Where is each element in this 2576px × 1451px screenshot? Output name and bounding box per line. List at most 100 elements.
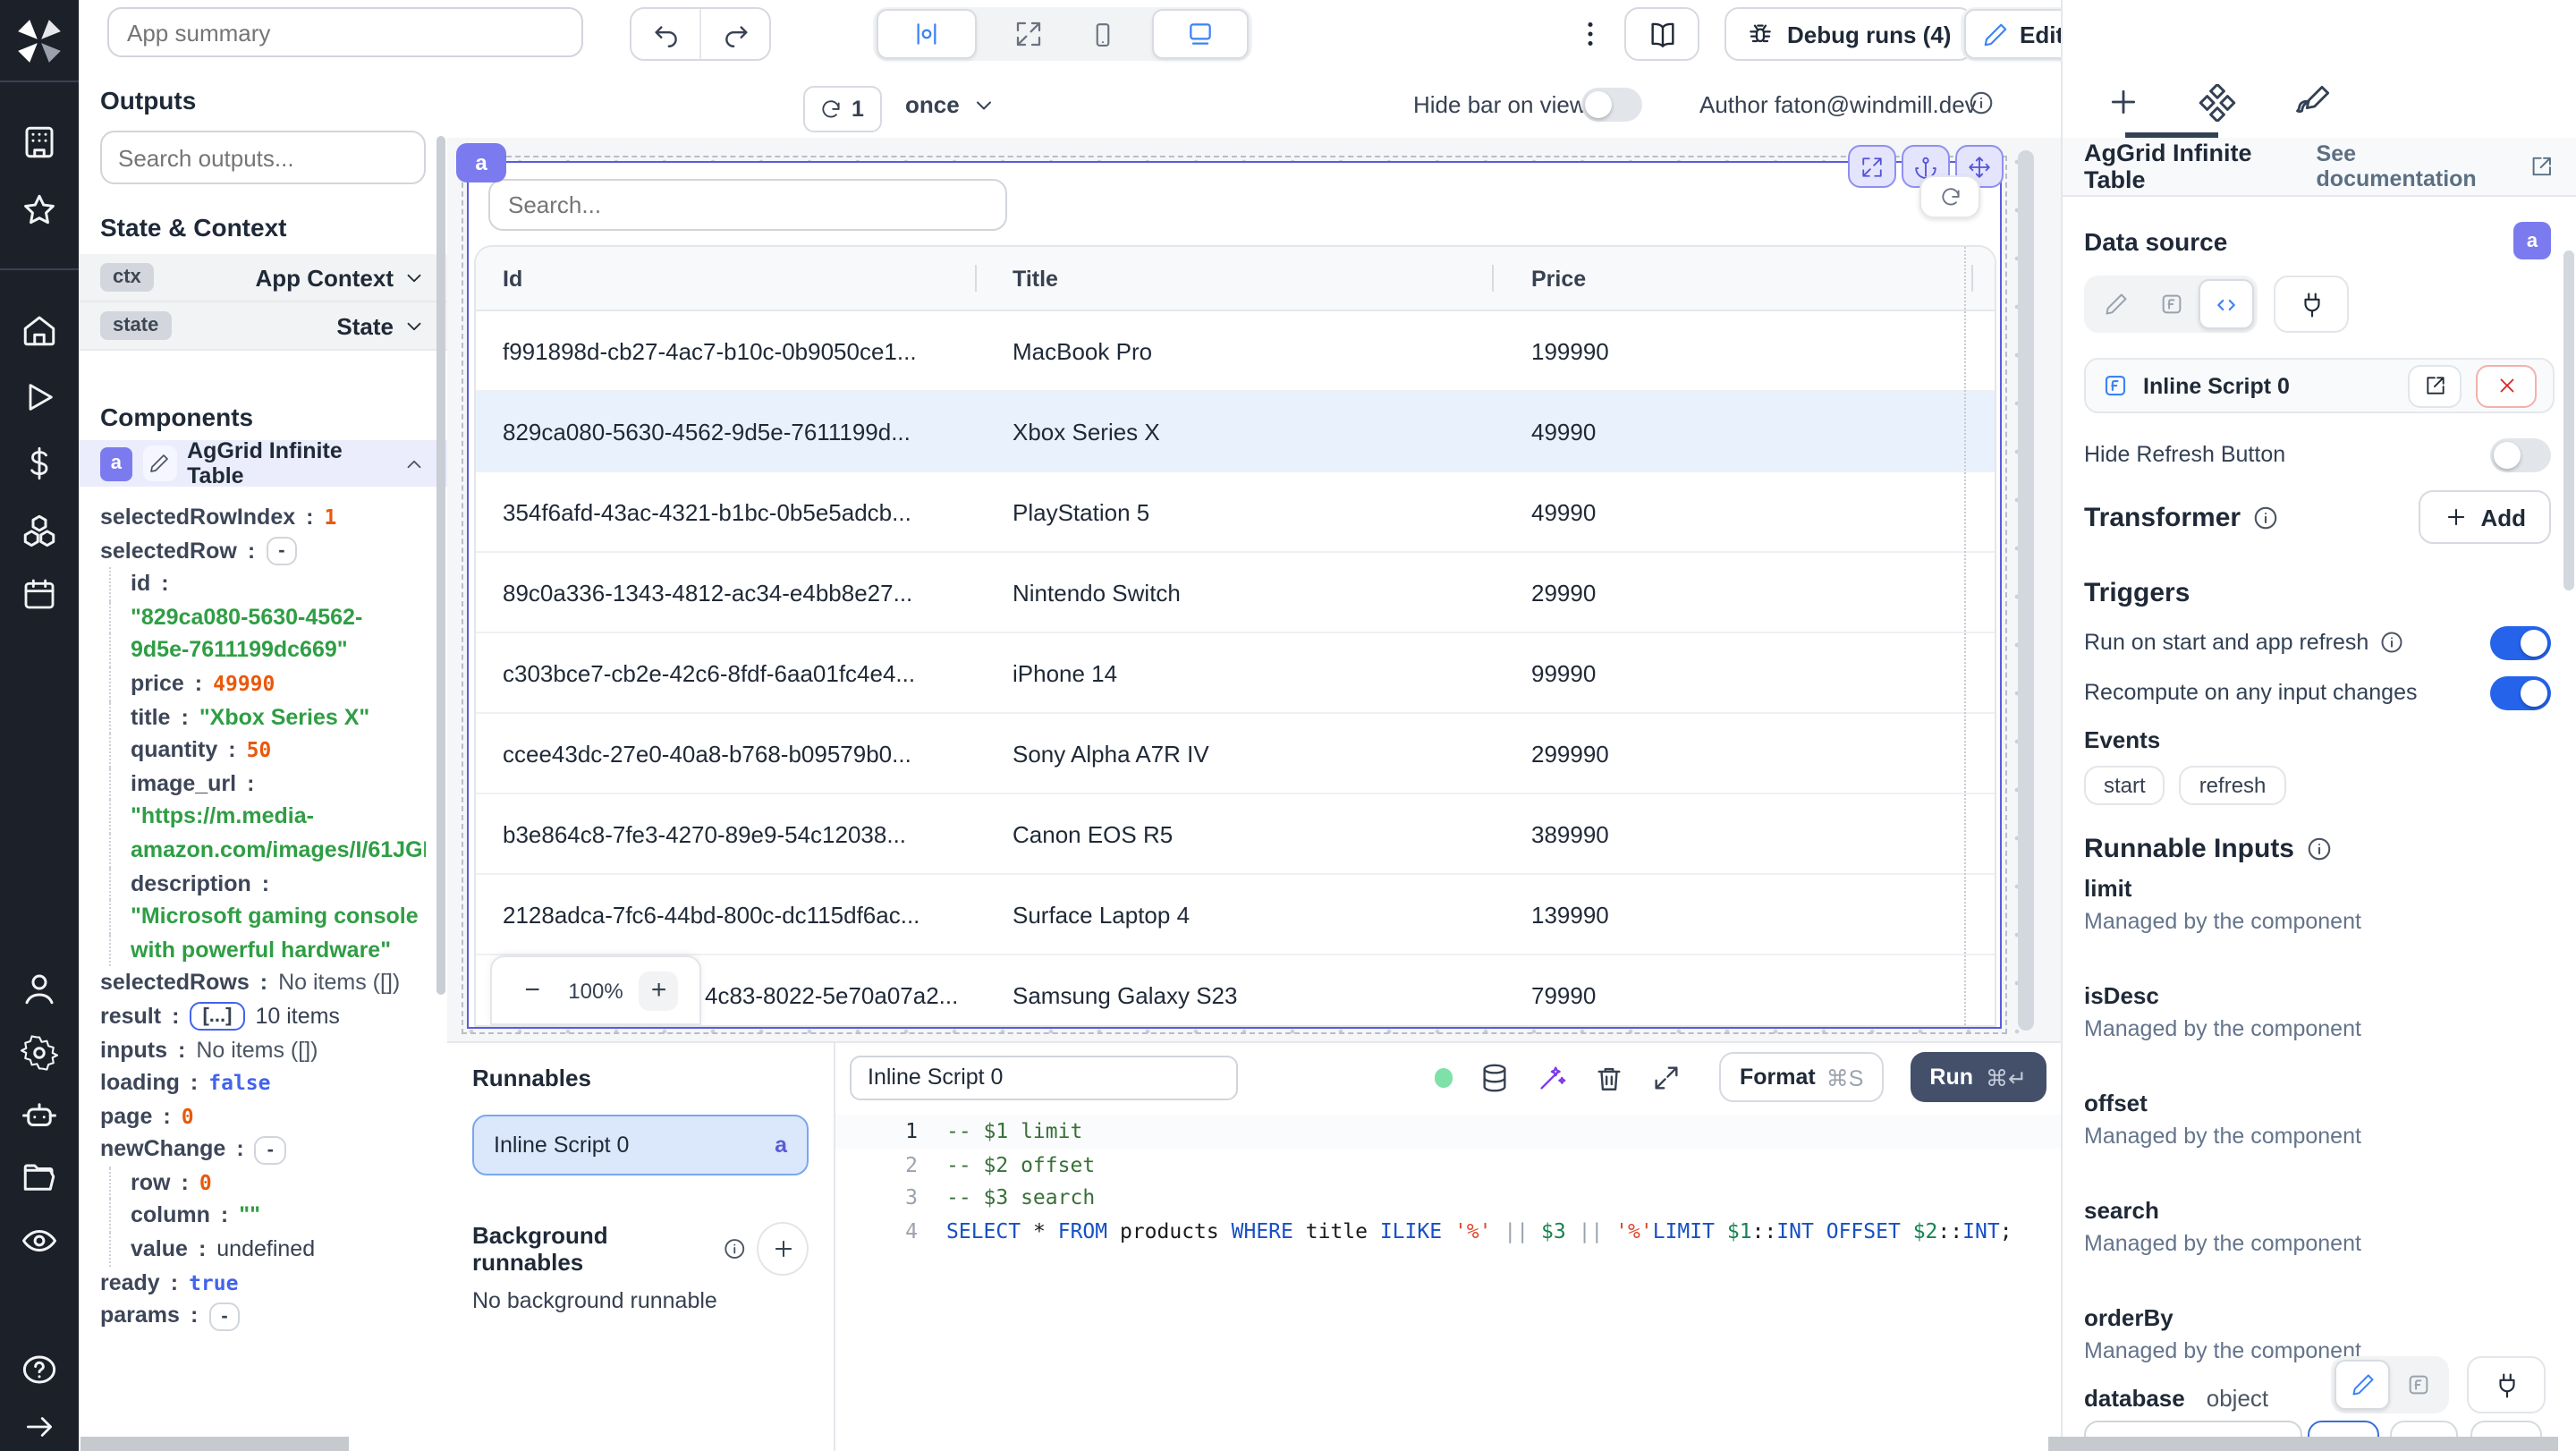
expand-editor-icon[interactable]: [1652, 1062, 1682, 1092]
format-button[interactable]: Format ⌘S: [1719, 1052, 1884, 1102]
component-list-item[interactable]: a AgGrid Infinite Table: [79, 438, 447, 488]
redo-button[interactable]: [699, 9, 769, 59]
hide-refresh-toggle[interactable]: [2490, 438, 2551, 472]
static-mode-icon[interactable]: [2334, 1360, 2390, 1410]
runs-icon[interactable]: [21, 379, 57, 415]
center-layout-button[interactable]: [877, 9, 977, 59]
tree-collapse-button[interactable]: -: [208, 1302, 241, 1331]
tree-collapse-button[interactable]: -: [266, 536, 298, 565]
workspace-icon[interactable]: [21, 123, 58, 161]
event-chip[interactable]: refresh: [2179, 766, 2286, 805]
component-refresh-button[interactable]: [1919, 175, 1980, 218]
tree-collapse-button[interactable]: -: [254, 1135, 286, 1165]
table-row[interactable]: 354f6afd-43ac-4321-b1bc-0b5e5adcb... Play…: [476, 472, 1995, 553]
info-icon[interactable]: [1968, 89, 1995, 116]
component-tag[interactable]: a: [456, 143, 506, 182]
outputs-title: Outputs: [100, 86, 197, 115]
info-icon: [2381, 632, 2402, 653]
user-icon[interactable]: [21, 970, 58, 1007]
inspector-hscrollbar[interactable]: [2048, 1437, 2558, 1451]
star-icon[interactable]: [21, 191, 58, 229]
component-settings-tab[interactable]: [2199, 84, 2236, 122]
open-script-button[interactable]: [2408, 364, 2462, 407]
add-transformer-button[interactable]: Add: [2418, 490, 2551, 544]
dollar-icon[interactable]: [21, 445, 57, 481]
styling-tab[interactable]: [2295, 84, 2331, 120]
ctx-badge: ctx: [100, 263, 154, 292]
collapse-sidebar-icon[interactable]: [22, 1410, 56, 1444]
connect-mode-button[interactable]: [2274, 276, 2349, 333]
app-canvas[interactable]: a Id Title Price f991898d-cb2: [447, 138, 2061, 1041]
table-row[interactable]: 2128adca-7fc6-44bd-800c-dc115df6ac... Sur…: [476, 875, 1995, 955]
undo-button[interactable]: [631, 9, 699, 59]
folder-icon[interactable]: [21, 1159, 58, 1197]
interval-select[interactable]: once: [905, 91, 997, 118]
cubes-icon[interactable]: [21, 512, 58, 549]
external-link-icon: [2533, 157, 2552, 176]
outputs-search-input[interactable]: [100, 131, 426, 184]
code-editor[interactable]: 1 -- $1 limit 2 -- $2 offset 3 -- $3 search 4 S…: [835, 1115, 2061, 1451]
docs-button[interactable]: [1624, 7, 1699, 61]
column-header-price[interactable]: Price: [1492, 266, 1995, 291]
hide-bar-toggle[interactable]: [1581, 88, 1642, 122]
zoom-in-button[interactable]: +: [639, 971, 679, 1010]
table-row[interactable]: b3e864c8-7fe3-4270-89e9-54c12038... Canon…: [476, 794, 1995, 875]
see-documentation-link[interactable]: See documentation: [2317, 141, 2555, 191]
event-chip[interactable]: start: [2084, 766, 2165, 805]
app-summary-input[interactable]: [107, 7, 583, 57]
refresh-count-button[interactable]: 1: [803, 86, 882, 132]
inspector-scrollbar[interactable]: [2563, 250, 2574, 590]
canvas-scrollbar[interactable]: [2018, 150, 2034, 1031]
more-menu-button[interactable]: [1574, 13, 1606, 55]
static-mode-icon[interactable]: [2088, 279, 2143, 329]
state-row[interactable]: state State: [79, 302, 447, 351]
help-icon[interactable]: [21, 1351, 58, 1388]
add-component-tab[interactable]: [2106, 84, 2141, 120]
data-source-script-row[interactable]: Inline Script 0: [2084, 358, 2555, 413]
table-row[interactable]: 4c83-8022-5e70a07a2... Samsung Galaxy S23…: [476, 955, 1995, 1025]
home-icon[interactable]: [21, 311, 58, 349]
run-button[interactable]: Run ⌘↵: [1910, 1052, 2046, 1102]
table-search-input[interactable]: [488, 179, 1007, 231]
remove-script-button[interactable]: [2476, 364, 2537, 407]
add-background-runnable-button[interactable]: [757, 1222, 809, 1276]
code-mode-icon[interactable]: [2199, 279, 2254, 329]
gear-icon[interactable]: [21, 1034, 58, 1072]
calendar-icon[interactable]: [21, 576, 57, 612]
expand-component-button[interactable]: [1848, 145, 1896, 188]
database-icon[interactable]: [1480, 1062, 1511, 1092]
eye-icon[interactable]: [21, 1222, 58, 1260]
debug-runs-button[interactable]: Debug runs (4): [1724, 7, 1973, 61]
script-name-input[interactable]: [850, 1055, 1238, 1099]
table-row[interactable]: c303bce7-cb2e-42c6-8fdf-6aa01fc4e4... iPh…: [476, 633, 1995, 714]
robot-icon[interactable]: [21, 1097, 58, 1134]
output-tree-row: selectedRow: -: [100, 534, 426, 567]
windmill-logo[interactable]: [16, 18, 63, 64]
template-mode-icon[interactable]: [2390, 1360, 2445, 1410]
desktop-view-button[interactable]: [1152, 9, 1249, 59]
run-on-start-toggle[interactable]: [2490, 626, 2551, 660]
aggrid-component[interactable]: a Id Title Price f991898d-cb2: [456, 143, 2007, 1034]
mobile-view-button[interactable]: [1055, 11, 1148, 57]
outputs-scrollbar[interactable]: [436, 136, 445, 995]
template-mode-icon[interactable]: [2143, 279, 2199, 329]
table-row[interactable]: f991898d-cb27-4ac7-b10c-0b9050ce1... MacB…: [476, 311, 1995, 392]
database-connect-button[interactable]: [2467, 1356, 2546, 1413]
table-row[interactable]: 89c0a336-1343-4812-ac34-e4bb8e27... Ninte…: [476, 553, 1995, 633]
column-header-title[interactable]: Title: [975, 266, 1492, 291]
pencil-icon[interactable]: [142, 445, 177, 481]
outputs-hscrollbar[interactable]: [80, 1437, 349, 1451]
zoom-out-button[interactable]: −: [513, 971, 552, 1010]
table-row[interactable]: 829ca080-5630-4562-9d5e-7611199d... Xbox …: [476, 392, 1995, 472]
delete-script-icon[interactable]: [1595, 1062, 1625, 1092]
zoom-level: 100%: [568, 978, 623, 1003]
table-row[interactable]: ccee43dc-27e0-40a8-b768-b09579b0... Sony …: [476, 714, 1995, 794]
chevron-up-icon[interactable]: [402, 452, 426, 475]
runnable-input-item: offset Managed by the component: [2084, 1090, 2361, 1149]
ai-assistant-icon[interactable]: [1538, 1062, 1568, 1092]
ctx-row[interactable]: ctx App Context: [79, 254, 447, 302]
recompute-toggle[interactable]: [2490, 676, 2551, 710]
tree-collapse-button[interactable]: [...]: [190, 1002, 245, 1031]
runnable-item[interactable]: Inline Script 0 a: [472, 1115, 809, 1175]
column-header-id[interactable]: Id: [476, 266, 975, 291]
